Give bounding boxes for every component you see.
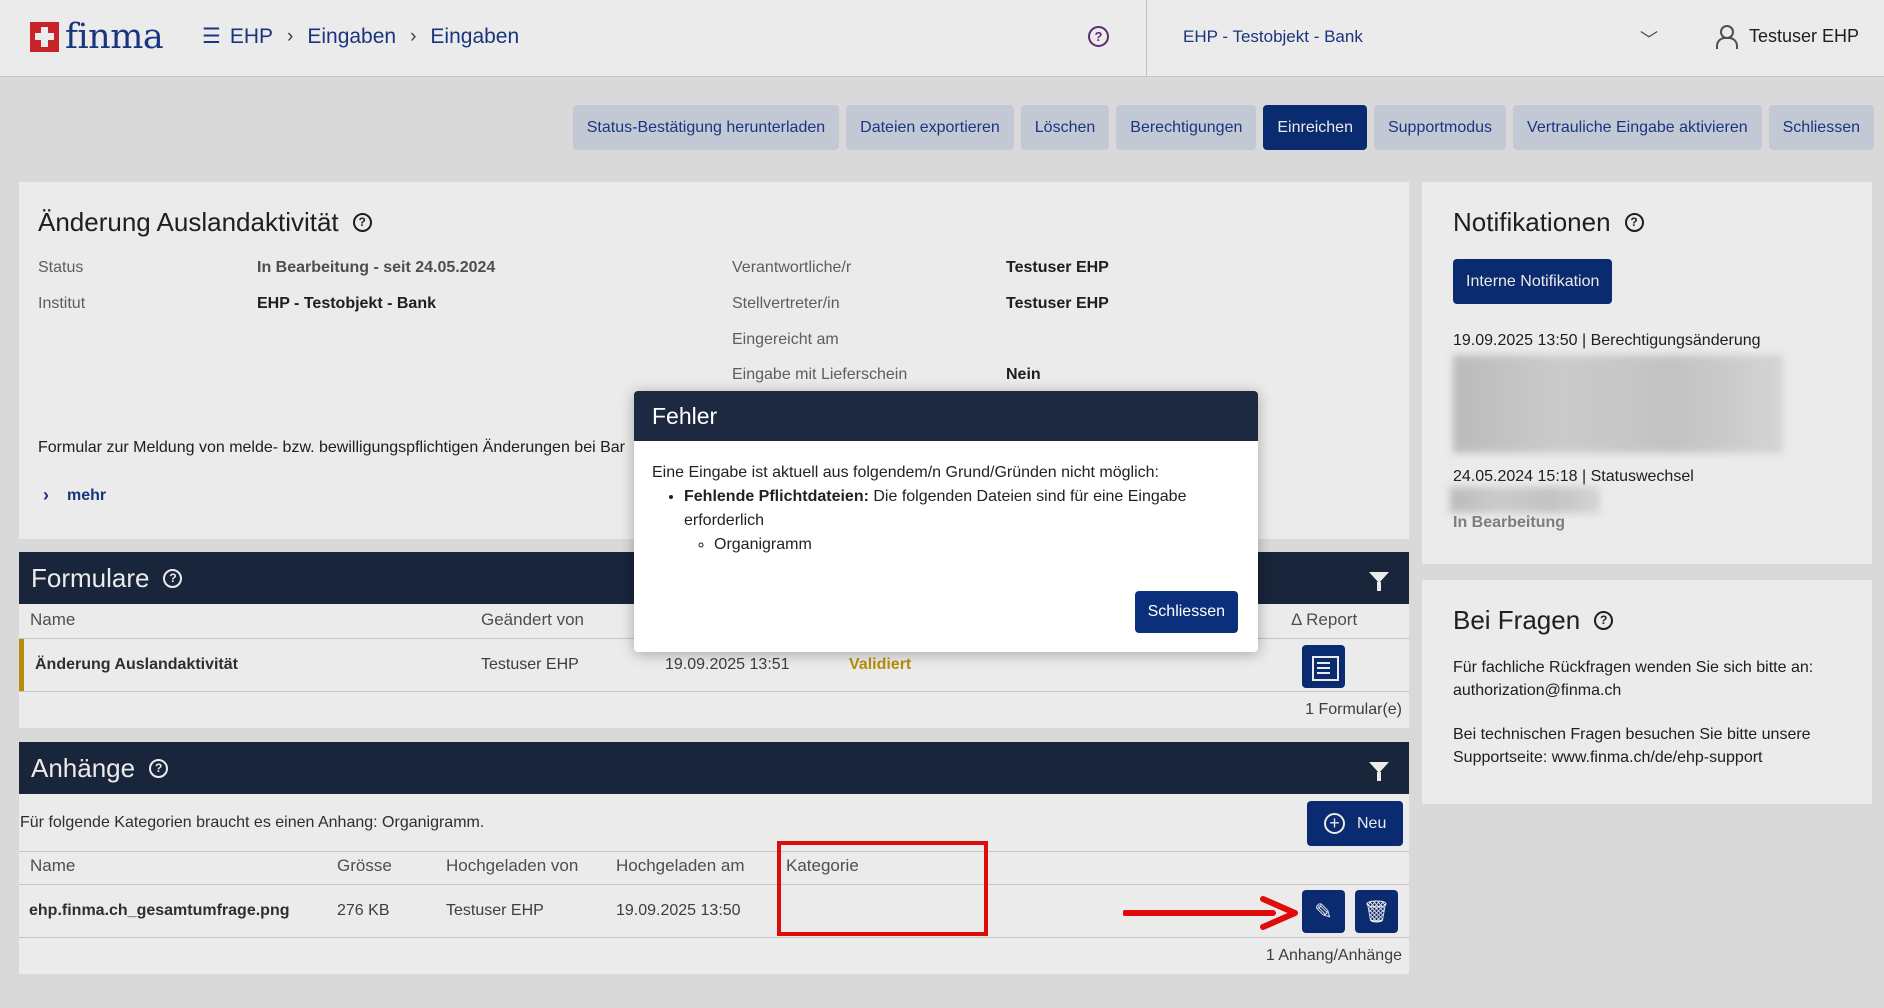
error-list: Fehlende Pflichtdateien: Die folgenden D… xyxy=(684,485,1240,557)
error-list-item: Fehlende Pflichtdateien: Die folgenden D… xyxy=(684,485,1240,557)
error-dialog: Fehler Eine Eingabe ist aktuell aus folg… xyxy=(634,391,1258,652)
missing-files-list: Organigramm xyxy=(714,533,1240,557)
error-reason-title: Fehlende Pflichtdateien: xyxy=(684,488,869,505)
dialog-intro: Eine Eingabe ist aktuell aus folgendem/n… xyxy=(652,464,1159,481)
highlight-box xyxy=(777,841,988,936)
dialog-title: Fehler xyxy=(634,391,1258,441)
dialog-body: Eine Eingabe ist aktuell aus folgendem/n… xyxy=(634,441,1258,557)
missing-file-item: Organigramm xyxy=(714,533,1240,557)
dialog-close-button[interactable]: Schliessen xyxy=(1134,591,1238,633)
arrow-annotation xyxy=(1123,896,1298,930)
